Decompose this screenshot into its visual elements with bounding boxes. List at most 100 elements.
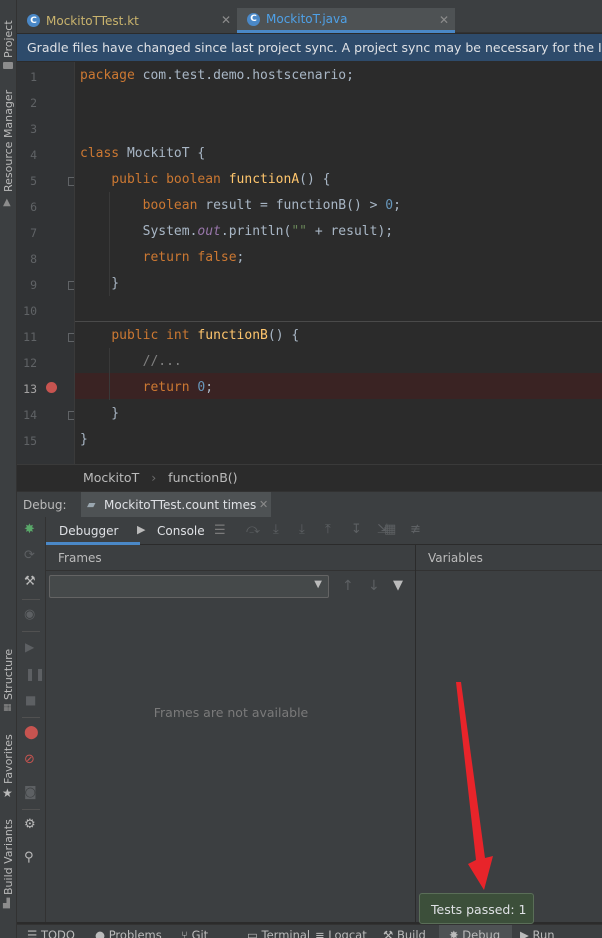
terminal-icon: ▭: [247, 928, 262, 938]
arrow-shape: [456, 682, 493, 890]
close-icon[interactable]: ✕: [259, 498, 268, 511]
left-tool-strip: Project Resource Manager ▲ Structure ▦ F…: [0, 0, 17, 938]
divider: [22, 717, 40, 718]
run-button[interactable]: ▶ Run: [520, 928, 555, 938]
code-line-5: public boolean functionA() {: [111, 172, 331, 187]
editor-gutter: 1 2 3 4 5 6 7 8 9 10 11 12 13 14 15: [17, 62, 77, 464]
tab-debugger[interactable]: Debugger: [46, 517, 140, 545]
trace-icon[interactable]: ≢: [410, 522, 421, 537]
frames-panel: Frames ▼ ↑ ↓ ▼ Frames are not available: [46, 545, 416, 922]
debug-button[interactable]: ✸ Debug: [439, 925, 513, 938]
debug-label: Debug:: [23, 498, 67, 512]
step-over-icon[interactable]: ⤓: [273, 522, 279, 537]
debugger-toolbar: Debugger ▶ Console ☰ ⤼ ⤓ ⤓ ⤒ ↧ ⇲ ▦ ≢: [17, 517, 602, 545]
divider: [22, 809, 40, 810]
frames-empty-message: Frames are not available: [153, 705, 309, 720]
arrow-up-icon[interactable]: ↑: [342, 578, 354, 594]
git-icon: ⑂: [181, 928, 192, 938]
editor-tab-bar: C MockitoTTest.kt ✕ C MockitoT.java ✕: [17, 8, 602, 33]
camera-icon[interactable]: ◙: [24, 785, 37, 800]
hammer-icon: ⚒: [383, 928, 397, 938]
list-icon: ☰: [27, 928, 41, 938]
frames-title: Frames: [46, 545, 415, 571]
breadcrumb: MockitoT › functionB(): [17, 464, 602, 490]
java-class-icon: C: [247, 12, 260, 26]
view-breakpoints-icon[interactable]: ⬤: [24, 725, 39, 740]
code-editor[interactable]: package com.test.demo.hostscenario; clas…: [74, 62, 602, 464]
line-number: 12: [23, 356, 37, 370]
pause-icon[interactable]: ❚❚: [25, 667, 45, 681]
mute-breakpoints-icon[interactable]: ⊘: [24, 752, 35, 767]
folder-icon: [3, 62, 13, 69]
debug-tool-window-header: Debug: ▰ MockitoTTest.count times ✕: [17, 491, 602, 518]
logcat-button[interactable]: ≡ Logcat: [315, 928, 367, 938]
code-line-11: public int functionB() {: [111, 328, 300, 343]
divider: [22, 631, 40, 632]
code-line-14: }: [80, 406, 120, 421]
code-line-9: }: [80, 276, 120, 291]
code-line-13: return 0;: [142, 380, 214, 395]
console-icon: ▶: [137, 523, 146, 536]
gradle-sync-notification: Gradle files have changed since last pro…: [17, 34, 602, 61]
breadcrumb-method[interactable]: functionB(): [168, 470, 237, 485]
problems-button[interactable]: ● Problems: [95, 928, 162, 938]
breadcrumb-class[interactable]: MockitoT: [83, 470, 139, 485]
line-number: 2: [30, 96, 37, 110]
close-icon[interactable]: ✕: [221, 13, 231, 27]
annotation-arrow: [456, 682, 493, 890]
divider: [22, 599, 40, 600]
build-variants-icon: ▟: [3, 899, 10, 909]
tab-mockitot-java[interactable]: C MockitoT.java ✕: [237, 8, 455, 33]
tab-console[interactable]: ▶ Console: [137, 517, 207, 545]
gear-icon[interactable]: ⚙: [24, 817, 36, 832]
logcat-icon: ≡: [315, 928, 329, 938]
resume-icon[interactable]: ▶: [25, 640, 34, 654]
git-button[interactable]: ⑂ Git: [181, 928, 208, 938]
line-number: 10: [23, 304, 37, 318]
show-execution-point-icon[interactable]: ⤼: [246, 522, 260, 537]
line-number: 13: [23, 382, 37, 396]
filter-icon[interactable]: ▼: [393, 578, 403, 593]
toolbar-sliver: [17, 0, 602, 8]
line-number: 7: [30, 226, 37, 240]
line-number: 4: [30, 148, 37, 162]
line-number: 11: [23, 330, 37, 344]
run-icon: ▶: [520, 928, 533, 938]
method-separator: [75, 321, 602, 322]
line-number: 3: [30, 122, 37, 136]
thread-selector[interactable]: ▼: [49, 575, 329, 598]
rerun-debug-icon[interactable]: ✸: [24, 522, 35, 537]
breadcrumb-separator-icon: ›: [151, 470, 157, 485]
evaluate-expression-icon[interactable]: ▦: [384, 522, 396, 537]
terminal-button[interactable]: ▭ Terminal: [247, 928, 310, 938]
pin-icon[interactable]: ⚲: [24, 850, 34, 865]
debug-session-tab[interactable]: ▰ MockitoTTest.count times ✕: [81, 492, 271, 518]
layout-icon[interactable]: ☰: [214, 523, 226, 538]
force-step-into-icon[interactable]: ⤒: [325, 522, 331, 537]
wrench-icon[interactable]: ⚒: [24, 574, 36, 589]
eye-icon[interactable]: ◉: [24, 607, 35, 622]
code-line-15: }: [80, 432, 88, 447]
step-into-icon[interactable]: ⤓: [299, 522, 305, 537]
resource-manager-icon: ▲: [3, 197, 11, 208]
debug-action-strip: ✸ ⟳ ⚒ ◉ ▶ ❚❚ ■ ⬤ ⊘ ◙ ⚙ ⚲: [17, 517, 46, 922]
tests-passed-toast[interactable]: Tests passed: 1: [419, 893, 534, 924]
line-number: 8: [30, 252, 37, 266]
stop-icon[interactable]: ■: [25, 693, 36, 707]
close-icon[interactable]: ✕: [439, 13, 449, 27]
problems-icon: ●: [95, 928, 109, 938]
code-line-6: boolean result = functionB() > 0;: [142, 198, 401, 213]
arrow-down-icon[interactable]: ↓: [368, 578, 380, 594]
build-button[interactable]: ⚒ Build: [383, 928, 426, 938]
tab-mockitottest-kt[interactable]: C MockitoTTest.kt ✕: [17, 8, 237, 33]
breakpoint-icon[interactable]: [46, 382, 57, 393]
line-number: 14: [23, 408, 37, 422]
code-line-8: return false;: [142, 250, 245, 265]
code-line-12: //...: [142, 354, 182, 369]
code-line-4: class MockitoT {: [80, 146, 206, 161]
structure-icon: ▦: [3, 703, 12, 713]
tool-window-bar: ☰ TODO ● Problems ⑂ Git ▭ Terminal ≡ Log…: [17, 924, 602, 938]
step-out-icon[interactable]: ↧: [351, 522, 362, 537]
todo-button[interactable]: ☰ TODO: [27, 928, 75, 938]
rerun-failed-icon[interactable]: ⟳: [24, 548, 35, 563]
